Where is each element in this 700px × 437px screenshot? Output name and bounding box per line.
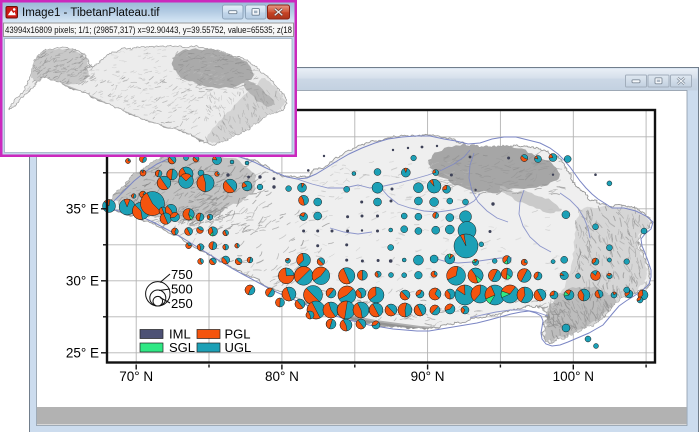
svg-text:70° N: 70° N — [119, 369, 153, 384]
svg-text:Image1 - TibetanPlateau.tif: Image1 - TibetanPlateau.tif — [22, 7, 160, 19]
svg-text:43994x16809 pixels; 1/1; (2985: 43994x16809 pixels; 1/1; (29857,317) x=9… — [5, 25, 292, 35]
svg-text:UGL: UGL — [225, 340, 252, 355]
svg-text:250: 250 — [171, 296, 193, 311]
svg-text:30° E: 30° E — [66, 274, 99, 289]
svg-text:SGL: SGL — [169, 340, 195, 355]
svg-text:750: 750 — [171, 267, 193, 282]
svg-text:500: 500 — [171, 282, 193, 297]
svg-text:80° N: 80° N — [265, 369, 299, 384]
svg-text:35° E: 35° E — [66, 202, 99, 217]
svg-text:90° N: 90° N — [411, 369, 445, 384]
svg-text:25° E: 25° E — [66, 346, 99, 361]
svg-text:100° N: 100° N — [553, 369, 594, 384]
